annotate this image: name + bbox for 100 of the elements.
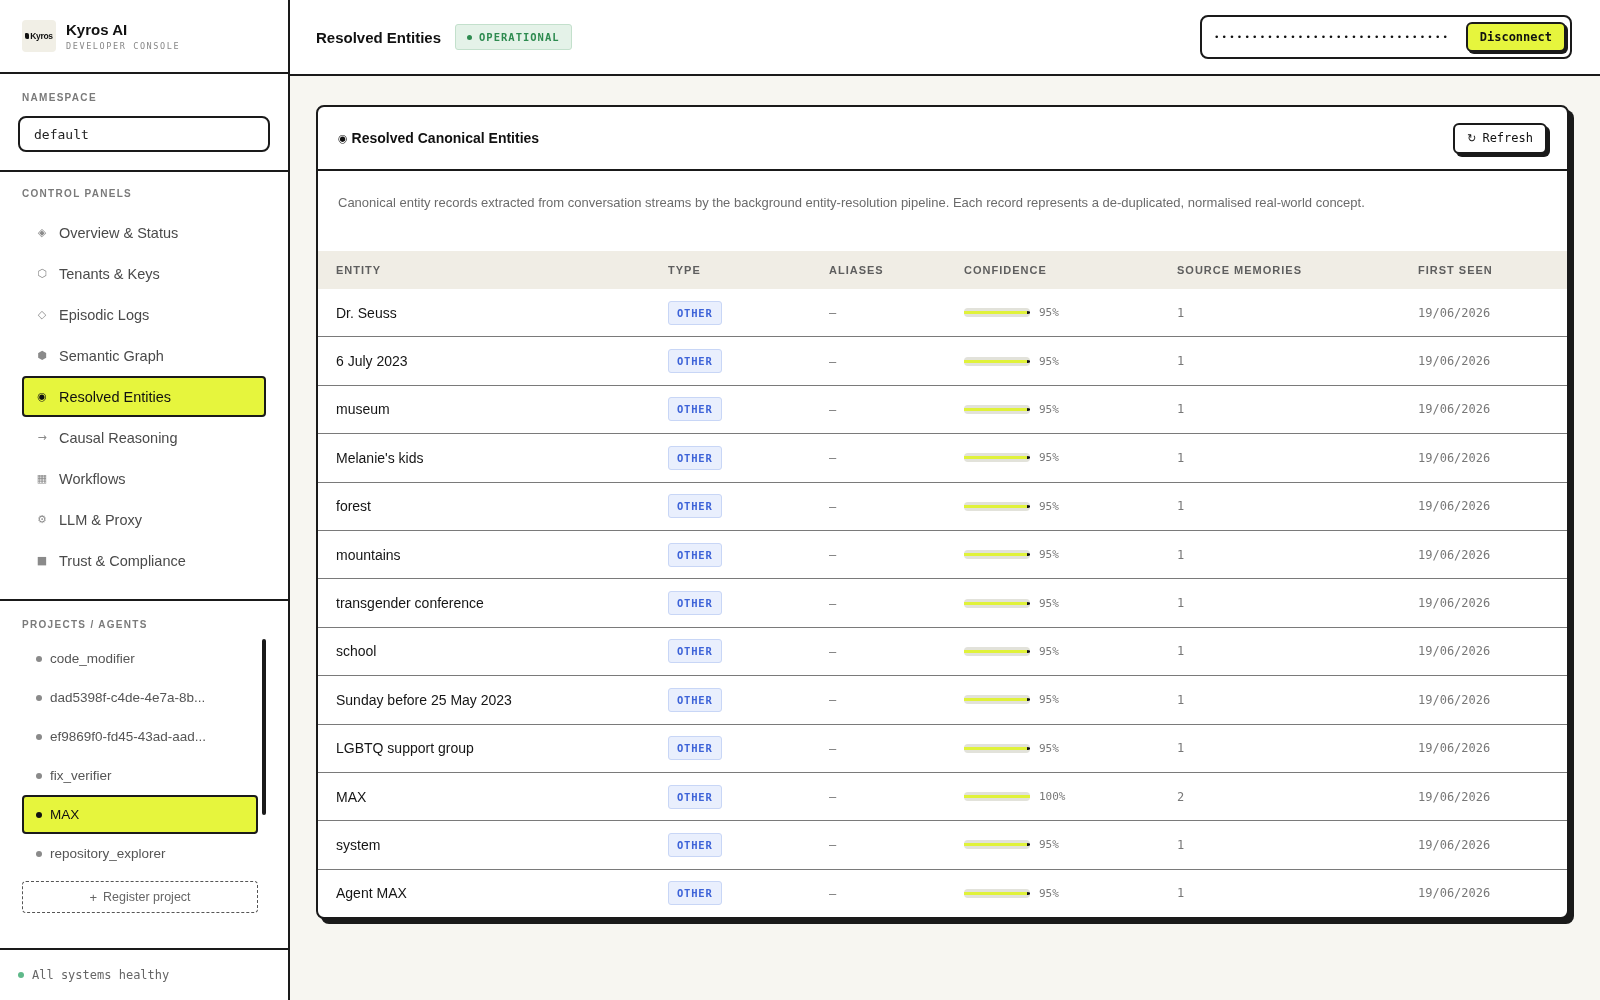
aliases-cell: – xyxy=(829,675,964,724)
nav-item[interactable]: ◈ Overview & Status xyxy=(22,212,266,253)
diamond-icon: ◈ xyxy=(35,225,49,240)
source-memories-cell: 1 xyxy=(1177,336,1418,386)
project-item[interactable]: repository_explorer xyxy=(22,834,258,873)
hexagon-icon: ⬡ xyxy=(35,266,49,281)
project-item[interactable]: MAX xyxy=(22,795,258,834)
nav-item[interactable]: → Causal Reasoning xyxy=(22,417,266,458)
status-dot-icon xyxy=(18,972,24,978)
app-name: Kyros AI xyxy=(66,21,129,38)
refresh-button[interactable]: ↻ Refresh xyxy=(1453,122,1547,154)
source-memories-cell: 2 xyxy=(1177,772,1418,821)
project-item[interactable]: dad5398f-c4de-4e7a-8b... xyxy=(22,678,258,717)
type-badge: OTHER xyxy=(668,687,722,712)
type-badge: OTHER xyxy=(668,300,722,325)
nav-item[interactable]: ■ Trust & Compliance xyxy=(22,540,266,581)
api-key-field[interactable]: ••••••••••••••••••••••••••••••• Disconnect xyxy=(1200,15,1572,59)
plus-icon: + xyxy=(89,889,97,905)
dot-icon xyxy=(36,811,42,818)
status-badge-text: OPERATIONAL xyxy=(479,31,560,43)
source-memories-cell: 1 xyxy=(1177,578,1418,628)
disconnect-button[interactable]: Disconnect xyxy=(1465,22,1566,52)
register-project-button[interactable]: + Register project xyxy=(22,881,258,913)
first-seen-cell: 19/06/2026 xyxy=(1418,675,1567,724)
dot-icon xyxy=(36,694,42,701)
first-seen-cell: 19/06/2026 xyxy=(1418,433,1567,483)
column-header: FIRST SEEN xyxy=(1418,251,1567,289)
entity-cell: LGBTQ support group xyxy=(318,724,668,773)
namespace-field[interactable]: default xyxy=(18,116,270,152)
aliases-cell: – xyxy=(829,530,964,579)
nav-item[interactable]: ◉ Resolved Entities xyxy=(22,376,266,417)
nav-item[interactable]: ⚙ LLM & Proxy xyxy=(22,499,266,540)
type-badge: OTHER xyxy=(668,542,722,567)
first-seen-cell: 19/06/2026 xyxy=(1418,724,1567,773)
system-status-text: All systems healthy xyxy=(32,968,170,982)
dot-icon xyxy=(36,850,42,857)
source-memories-cell: 1 xyxy=(1177,820,1418,870)
section-label: CONTROL PANELS xyxy=(21,188,134,200)
aliases-cell: – xyxy=(829,336,964,386)
confidence-reading: 95% xyxy=(1039,741,1059,755)
aliases-cell: – xyxy=(829,820,964,870)
section-label: PROJECTS / AGENTS xyxy=(21,619,149,631)
source-memories-cell: 1 xyxy=(1177,482,1418,531)
source-memories-cell: 1 xyxy=(1177,433,1418,483)
aliases-cell: – xyxy=(829,385,964,434)
first-seen-cell: 19/06/2026 xyxy=(1418,385,1567,434)
grid-icon: ▦ xyxy=(35,471,49,486)
column-header: TYPE xyxy=(668,251,829,289)
dot-icon xyxy=(36,772,42,779)
source-memories-cell: 1 xyxy=(1177,627,1418,676)
entity-cell: Sunday before 25 May 2023 xyxy=(318,675,668,724)
type-badge: OTHER xyxy=(668,784,722,809)
logo-text: Kyros xyxy=(30,31,53,41)
card-description: Canonical entity records extracted from conversation streams by the background entity-resolution pipeline. Each record represents a de-duplicated, normalised real-world concept. xyxy=(337,194,1366,212)
entity-cell: Agent MAX xyxy=(318,869,668,918)
entity-cell: school xyxy=(318,627,668,676)
scrollbar-thumb[interactable] xyxy=(262,639,266,815)
entity-cell: Dr. Seuss xyxy=(318,289,668,337)
project-item[interactable]: fix_verifier xyxy=(22,756,258,795)
type-badge: OTHER xyxy=(668,639,722,664)
confidence-reading: 95% xyxy=(1039,596,1059,610)
confidence-reading: 95% xyxy=(1039,402,1059,416)
dot-icon xyxy=(36,655,42,662)
project-item[interactable]: code_modifier xyxy=(22,639,258,678)
type-badge: OTHER xyxy=(668,349,722,374)
first-seen-cell: 19/06/2026 xyxy=(1418,772,1567,821)
entity-cell: MAX xyxy=(318,772,668,821)
entity-cell: system xyxy=(318,820,668,870)
square-icon: ■ xyxy=(35,553,49,568)
source-memories-cell: 1 xyxy=(1177,530,1418,579)
aliases-cell: – xyxy=(829,482,964,531)
arrow-icon: → xyxy=(35,430,49,445)
aliases-cell: – xyxy=(829,627,964,676)
type-badge: OTHER xyxy=(668,881,722,906)
nav-item[interactable]: ▦ Workflows xyxy=(22,458,266,499)
first-seen-cell: 19/06/2026 xyxy=(1418,820,1567,870)
nav-item[interactable]: ◇ Episodic Logs xyxy=(22,294,266,335)
entity-cell: transgender conference xyxy=(318,578,668,628)
logo-mark-icon xyxy=(25,33,30,39)
entity-cell: museum xyxy=(318,385,668,434)
aliases-cell: – xyxy=(829,433,964,483)
aliases-cell: – xyxy=(829,289,964,337)
diamond-outline-icon: ◇ xyxy=(35,307,49,322)
confidence-reading: 95% xyxy=(1039,306,1059,320)
nav-item[interactable]: ⬡ Tenants & Keys xyxy=(22,253,266,294)
confidence-reading: 95% xyxy=(1039,499,1059,513)
entity-cell: Melanie's kids xyxy=(318,433,668,483)
project-item[interactable]: ef9869f0-fd45-43ad-aad... xyxy=(22,717,258,756)
source-memories-cell: 1 xyxy=(1177,289,1418,337)
type-badge: OTHER xyxy=(668,736,722,761)
nav-item[interactable]: ⬢ Semantic Graph xyxy=(22,335,266,376)
type-badge: OTHER xyxy=(668,445,722,470)
gear-icon: ⚙ xyxy=(35,512,49,527)
source-memories-cell: 1 xyxy=(1177,675,1418,724)
column-header: CONFIDENCE xyxy=(964,251,1177,289)
target-icon: ◉ xyxy=(338,131,348,145)
confidence-reading: 95% xyxy=(1039,838,1059,852)
type-badge: OTHER xyxy=(668,833,722,857)
source-memories-cell: 1 xyxy=(1177,869,1418,918)
aliases-cell: – xyxy=(829,869,964,918)
